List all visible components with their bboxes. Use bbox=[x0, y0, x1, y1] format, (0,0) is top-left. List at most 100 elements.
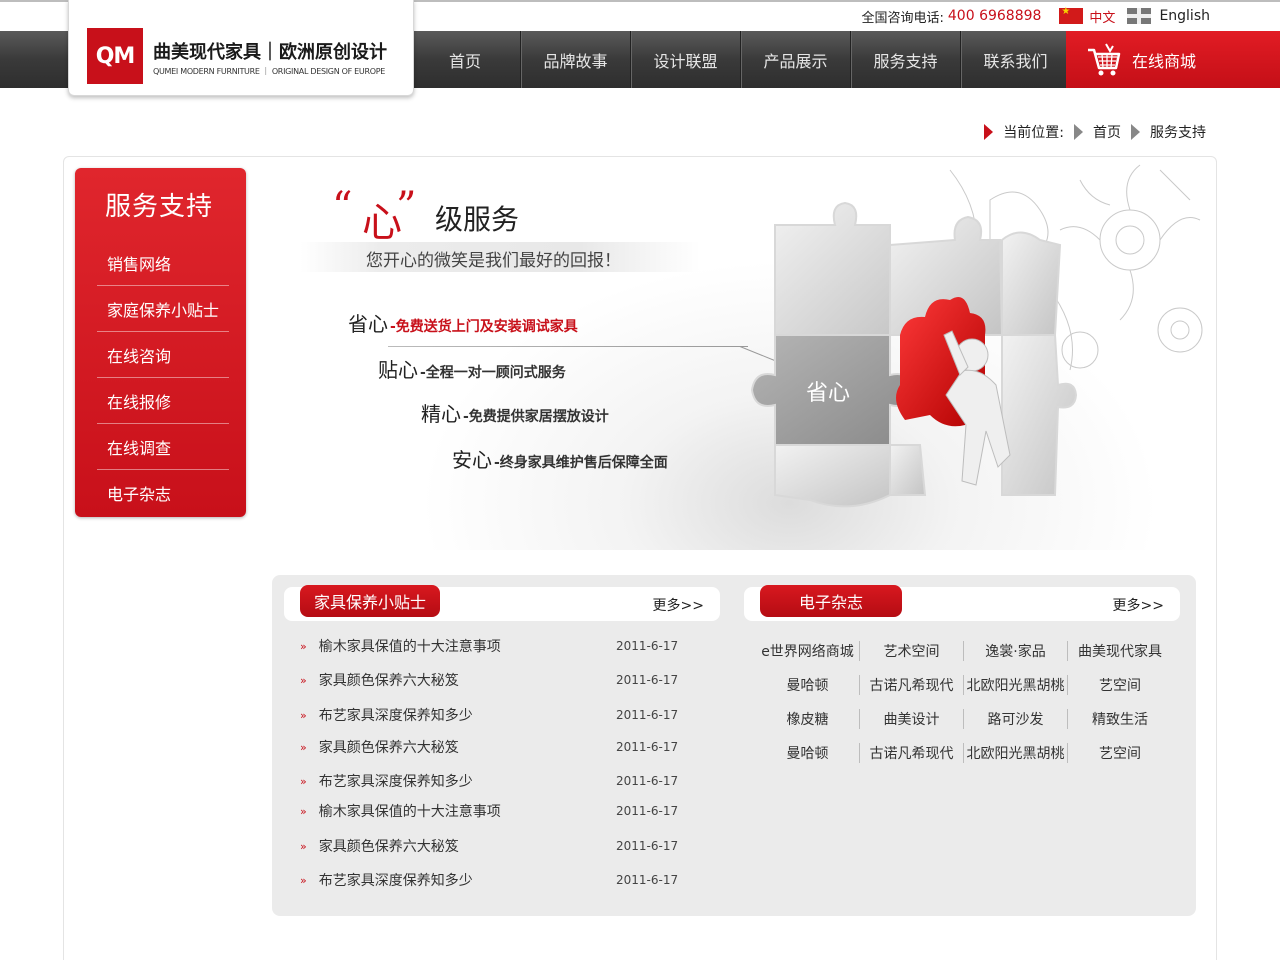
breadcrumb-current[interactable]: 服务支持 bbox=[1150, 122, 1206, 142]
nav-brand-story[interactable]: 品牌故事 bbox=[520, 31, 630, 88]
nav-home[interactable]: 首页 bbox=[410, 31, 520, 88]
magazine-panel-header: 电子杂志 更多>> bbox=[744, 585, 1180, 621]
feature-desc: -免费送货上门及安装调试家具 bbox=[390, 319, 578, 335]
list-item-date: 2011-6-17 bbox=[616, 839, 679, 853]
list-item[interactable]: » 布艺家具深度保养知多少 2011-6-17 bbox=[300, 769, 690, 793]
nav-service-support[interactable]: 服务支持 bbox=[850, 31, 960, 88]
magazine-link[interactable]: 艺术空间 bbox=[860, 641, 964, 661]
magazine-link[interactable]: 橡皮糖 bbox=[756, 709, 860, 729]
logo-title: 曲美现代家具｜欧洲原创设计 bbox=[153, 42, 387, 63]
bullet-icon: » bbox=[300, 873, 307, 887]
magazine-link[interactable]: 艺空间 bbox=[1068, 743, 1172, 763]
tips-panel-header: 家具保养小贴士 更多>> bbox=[284, 585, 720, 621]
list-item-date: 2011-6-17 bbox=[616, 708, 679, 722]
feature-key: 省心 bbox=[348, 312, 388, 336]
list-item-date: 2011-6-17 bbox=[616, 774, 679, 788]
logo[interactable]: QM 曲美现代家具｜欧洲原创设计 QUMEI MODERN FURNITURE … bbox=[68, 0, 414, 96]
hotline-label: 全国咨询电话: bbox=[861, 10, 944, 26]
list-item-date: 2011-6-17 bbox=[616, 804, 679, 818]
magazine-link[interactable]: 曼哈顿 bbox=[756, 675, 860, 695]
logo-mark: QM bbox=[87, 28, 143, 84]
sidebar-item-online-survey[interactable]: 在线调查 bbox=[97, 424, 229, 470]
feature-key: 安心 bbox=[452, 448, 492, 472]
magazine-link[interactable]: 艺空间 bbox=[1068, 675, 1172, 695]
feature-item: 精心 -免费提供家居摆放设计 bbox=[421, 398, 609, 427]
heart-quote-close: ” bbox=[396, 184, 417, 230]
magazine-row: 曼哈顿 古诺凡希现代 北欧阳光黑胡桃 艺空间 bbox=[756, 736, 1172, 770]
shopping-cart-icon bbox=[1088, 43, 1121, 75]
bullet-icon: » bbox=[300, 804, 307, 818]
breadcrumb-home[interactable]: 首页 bbox=[1093, 122, 1121, 142]
magazine-link[interactable]: 曼哈顿 bbox=[756, 743, 860, 763]
list-item[interactable]: » 榆木家具保值的十大注意事项 2011-6-17 bbox=[300, 634, 690, 658]
bullet-icon: » bbox=[300, 774, 307, 788]
magazine-link[interactable]: e世界网络商城 bbox=[756, 641, 860, 661]
nav-design-alliance[interactable]: 设计联盟 bbox=[630, 31, 740, 88]
magazine-row: 曼哈顿 古诺凡希现代 北欧阳光黑胡桃 艺空间 bbox=[756, 668, 1172, 702]
list-item[interactable]: » 布艺家具深度保养知多少 2011-6-17 bbox=[300, 868, 690, 892]
breadcrumb-label: 当前位置: bbox=[1003, 125, 1064, 141]
list-item-title: 布艺家具深度保养知多少 bbox=[318, 774, 473, 790]
bullet-icon: » bbox=[300, 740, 307, 754]
list-item-title: 家具颜色保养六大秘笈 bbox=[318, 740, 459, 756]
lang-english-link[interactable]: English bbox=[1159, 8, 1210, 24]
sidebar-item-online-consult[interactable]: 在线咨询 bbox=[97, 332, 229, 378]
magazine-more-link[interactable]: 更多>> bbox=[1113, 595, 1164, 615]
feature-desc: -免费提供家居摆放设计 bbox=[463, 409, 609, 425]
magazine-grid: e世界网络商城 艺术空间 逸裳·家品 曲美现代家具 曼哈顿 古诺凡希现代 北欧阳… bbox=[756, 634, 1172, 770]
sidebar-item-e-magazine[interactable]: 电子杂志 bbox=[97, 470, 229, 516]
uk-flag-icon[interactable] bbox=[1127, 8, 1152, 24]
feature-item: 贴心 -全程一对一顾问式服务 bbox=[378, 354, 566, 383]
nav-contact[interactable]: 联系我们 bbox=[960, 31, 1070, 88]
list-item[interactable]: » 家具颜色保养六大秘笈 2011-6-17 bbox=[300, 834, 690, 858]
banner-slogan: 您开心的微笑是我们最好的回报！ bbox=[366, 251, 621, 271]
magazine-link[interactable]: 曲美设计 bbox=[860, 709, 964, 729]
hotline-number: 400 6968898 bbox=[947, 8, 1042, 24]
feature-divider bbox=[388, 346, 748, 347]
nav-products[interactable]: 产品展示 bbox=[740, 31, 850, 88]
magazine-link[interactable]: 北欧阳光黑胡桃 bbox=[964, 675, 1068, 695]
list-item-title: 榆木家具保值的十大注意事项 bbox=[318, 804, 501, 820]
magazine-panel-title[interactable]: 电子杂志 bbox=[760, 585, 902, 617]
sidebar-menu: 销售网络 家庭保养小贴士 在线咨询 在线报修 在线调查 电子杂志 bbox=[97, 240, 229, 516]
sidebar: 服务支持 销售网络 家庭保养小贴士 在线咨询 在线报修 在线调查 电子杂志 bbox=[75, 168, 246, 517]
bullet-icon: » bbox=[300, 839, 307, 853]
list-item[interactable]: » 家具颜色保养六大秘笈 2011-6-17 bbox=[300, 668, 690, 692]
feature-key: 贴心 bbox=[378, 358, 418, 382]
magazine-link[interactable]: 古诺凡希现代 bbox=[860, 743, 964, 763]
logo-subtitle: QUMEI MODERN FURNITURE ｜ ORIGINAL DESIGN… bbox=[153, 67, 386, 76]
list-item[interactable]: » 榆木家具保值的十大注意事项 2011-6-17 bbox=[300, 799, 690, 823]
magazine-link[interactable]: 逸裳·家品 bbox=[964, 641, 1068, 661]
list-item-date: 2011-6-17 bbox=[616, 740, 679, 754]
tips-panel-title[interactable]: 家具保养小贴士 bbox=[300, 585, 440, 617]
chevron-right-icon bbox=[1074, 124, 1083, 140]
magazine-link[interactable]: 曲美现代家具 bbox=[1068, 641, 1172, 661]
breadcrumb: 当前位置: 首页 服务支持 bbox=[984, 122, 1206, 142]
bullet-icon: » bbox=[300, 673, 307, 687]
feature-key: 精心 bbox=[421, 402, 461, 426]
puzzle-piece-label: 省心 bbox=[806, 380, 850, 405]
magazine-link[interactable]: 精致生活 bbox=[1068, 709, 1172, 729]
lang-chinese-link[interactable]: 中文 bbox=[1089, 7, 1115, 26]
list-item-title: 布艺家具深度保养知多少 bbox=[318, 873, 473, 889]
tips-more-link[interactable]: 更多>> bbox=[653, 595, 704, 615]
list-item-date: 2011-6-17 bbox=[616, 873, 679, 887]
bullet-icon: » bbox=[300, 708, 307, 722]
sidebar-title: 服务支持 bbox=[105, 192, 214, 222]
banner-headline: 级服务 bbox=[435, 203, 520, 236]
magazine-link[interactable]: 路可沙发 bbox=[964, 709, 1068, 729]
sidebar-item-online-repair[interactable]: 在线报修 bbox=[97, 378, 229, 424]
china-flag-icon[interactable] bbox=[1059, 6, 1084, 24]
chevron-right-icon bbox=[1131, 124, 1140, 140]
sidebar-item-care-tips[interactable]: 家庭保养小贴士 bbox=[97, 286, 229, 332]
magazine-link[interactable]: 北欧阳光黑胡桃 bbox=[964, 743, 1068, 763]
list-item-title: 布艺家具深度保养知多少 bbox=[318, 708, 473, 724]
sidebar-item-sales-network[interactable]: 销售网络 bbox=[97, 240, 229, 286]
list-item-title: 榆木家具保值的十大注意事项 bbox=[318, 639, 501, 655]
list-item[interactable]: » 布艺家具深度保养知多少 2011-6-17 bbox=[300, 703, 690, 727]
main-nav: 首页 品牌故事 设计联盟 产品展示 服务支持 联系我们 bbox=[410, 31, 1070, 88]
online-shop-button[interactable]: 在线商城 bbox=[1066, 31, 1280, 88]
bullet-icon: » bbox=[300, 639, 307, 653]
magazine-link[interactable]: 古诺凡希现代 bbox=[860, 675, 964, 695]
list-item[interactable]: » 家具颜色保养六大秘笈 2011-6-17 bbox=[300, 735, 690, 759]
